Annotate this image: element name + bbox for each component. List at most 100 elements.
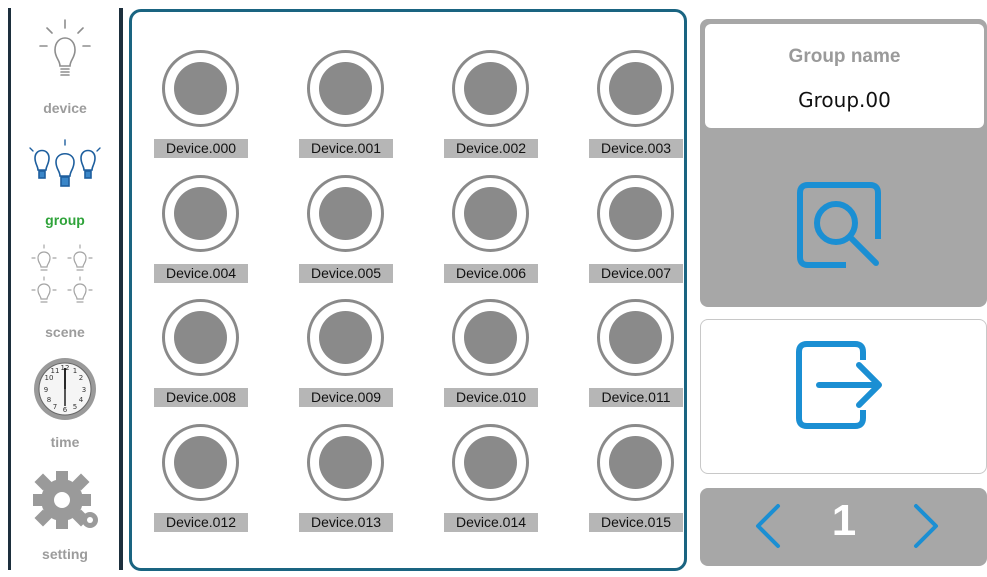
svg-text:9: 9	[44, 386, 48, 394]
device-status-dot	[174, 436, 227, 489]
device-status-dot	[319, 436, 372, 489]
svg-text:7: 7	[53, 403, 57, 411]
device-label: Device.007	[589, 264, 683, 283]
device-label: Device.001	[299, 139, 393, 158]
device-status-dot	[609, 62, 662, 115]
device-tile-001[interactable]: Device.001	[299, 50, 395, 162]
device-toggle[interactable]	[307, 175, 384, 252]
device-status-dot	[174, 311, 227, 364]
device-tile-000[interactable]: Device.000	[154, 50, 250, 162]
device-label: Device.002	[444, 139, 538, 158]
device-toggle[interactable]	[452, 175, 529, 252]
nav-label-group: group	[45, 212, 85, 228]
device-label: Device.013	[299, 513, 393, 532]
previous-page-button[interactable]	[748, 502, 788, 550]
device-tile-006[interactable]: Device.006	[444, 175, 540, 287]
device-toggle[interactable]	[452, 424, 529, 501]
device-tile-003[interactable]: Device.003	[589, 50, 685, 162]
device-tile-011[interactable]: Device.011	[589, 299, 685, 411]
svg-text:10: 10	[45, 374, 54, 382]
group-name-title: Group name	[788, 46, 901, 67]
device-tile-010[interactable]: Device.010	[444, 299, 540, 411]
clock-icon: 1212 345 678 91011	[34, 358, 96, 420]
pager-panel: 1	[700, 488, 987, 566]
device-tile-005[interactable]: Device.005	[299, 175, 395, 287]
device-toggle[interactable]	[597, 299, 674, 376]
scene-bulbs-icon	[31, 244, 93, 303]
device-toggle[interactable]	[597, 175, 674, 252]
chevron-right-icon	[914, 504, 938, 548]
nav-label-scene: scene	[45, 324, 85, 340]
next-page-button[interactable]	[906, 502, 946, 550]
chevron-left-icon	[756, 504, 780, 548]
device-label: Device.011	[589, 388, 683, 407]
device-toggle[interactable]	[307, 50, 384, 127]
device-toggle[interactable]	[162, 299, 239, 376]
device-status-dot	[464, 311, 517, 364]
device-tile-007[interactable]: Device.007	[589, 175, 685, 287]
device-tile-004[interactable]: Device.004	[154, 175, 250, 287]
device-label: Device.012	[154, 513, 248, 532]
device-grid-panel: Device.000 Device.001 Device.002 Device.…	[129, 9, 687, 571]
device-toggle[interactable]	[452, 299, 529, 376]
device-tile-008[interactable]: Device.008	[154, 299, 250, 411]
device-tile-015[interactable]: Device.015	[589, 424, 685, 536]
svg-text:6: 6	[63, 406, 68, 414]
device-tile-009[interactable]: Device.009	[299, 299, 395, 411]
nav-item-time[interactable]: 1212 345 678 91011 time	[14, 356, 116, 456]
device-status-dot	[174, 187, 227, 240]
device-tile-013[interactable]: Device.013	[299, 424, 395, 536]
device-status-dot	[609, 187, 662, 240]
device-status-dot	[319, 311, 372, 364]
device-label: Device.014	[444, 513, 538, 532]
nav-label-device: device	[43, 100, 87, 116]
page-number: 1	[831, 496, 857, 545]
svg-text:1: 1	[73, 367, 77, 375]
exit-panel	[700, 319, 987, 474]
device-toggle[interactable]	[307, 424, 384, 501]
group-panel: Group name Group.00	[700, 19, 987, 307]
nav-label-setting: setting	[42, 546, 88, 562]
device-toggle[interactable]	[307, 299, 384, 376]
device-toggle[interactable]	[597, 424, 674, 501]
device-label: Device.000	[154, 139, 248, 158]
device-status-dot	[319, 62, 372, 115]
device-tile-014[interactable]: Device.014	[444, 424, 540, 536]
svg-text:8: 8	[47, 396, 51, 404]
device-toggle[interactable]	[162, 424, 239, 501]
svg-text:3: 3	[82, 386, 86, 394]
search-icon	[797, 182, 881, 268]
device-label: Device.015	[589, 513, 683, 532]
device-status-dot	[464, 436, 517, 489]
search-button[interactable]	[792, 179, 886, 273]
device-toggle[interactable]	[162, 175, 239, 252]
device-status-dot	[609, 311, 662, 364]
svg-text:5: 5	[73, 403, 77, 411]
device-status-dot	[609, 436, 662, 489]
device-toggle[interactable]	[452, 50, 529, 127]
device-label: Device.009	[299, 388, 393, 407]
exit-button[interactable]	[793, 338, 887, 432]
group-name-card[interactable]: Group name Group.00	[705, 24, 984, 128]
device-tile-002[interactable]: Device.002	[444, 50, 540, 162]
group-name-value: Group.00	[798, 88, 891, 112]
svg-text:2: 2	[79, 374, 83, 382]
exit-icon	[796, 341, 882, 429]
device-status-dot	[464, 187, 517, 240]
gear-icon	[33, 471, 98, 529]
device-tile-012[interactable]: Device.012	[154, 424, 250, 536]
device-label: Device.010	[444, 388, 538, 407]
nav-divider	[119, 8, 123, 570]
svg-text:11: 11	[51, 367, 60, 375]
device-toggle[interactable]	[162, 50, 239, 127]
nav-edge-bar	[8, 8, 11, 570]
nav-item-group[interactable]: group	[14, 136, 116, 230]
nav-item-device[interactable]: device	[14, 14, 116, 124]
nav-item-setting[interactable]: setting	[14, 468, 116, 568]
nav-item-scene[interactable]: scene	[14, 244, 116, 344]
device-label: Device.008	[154, 388, 248, 407]
nav-label-time: time	[50, 434, 80, 450]
device-status-dot	[319, 187, 372, 240]
device-toggle[interactable]	[597, 50, 674, 127]
device-status-dot	[464, 62, 517, 115]
